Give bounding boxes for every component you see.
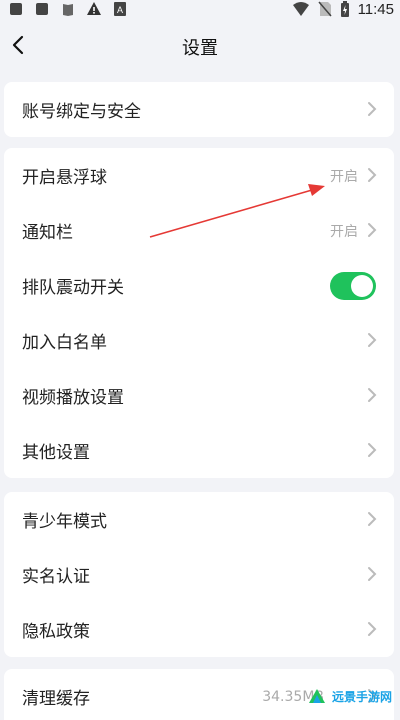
status-right: 11:45	[292, 0, 394, 18]
settings-item-notification-bar[interactable]: 通知栏 开启	[4, 203, 394, 258]
queue-vibrate-toggle[interactable]	[330, 272, 376, 300]
settings-item-label: 通知栏	[22, 223, 73, 243]
settings-item-teen-mode[interactable]: 青少年模式	[4, 492, 394, 547]
settings-item-other[interactable]: 其他设置	[4, 423, 394, 478]
settings-item-label: 视频播放设置	[22, 388, 124, 408]
settings-item-label: 排队震动开关	[22, 278, 124, 298]
chevron-right-icon	[368, 102, 377, 116]
chevron-right-icon	[368, 443, 377, 457]
notification-square-icon	[36, 3, 48, 15]
settings-item-video-play[interactable]: 视频播放设置	[4, 368, 394, 423]
chevron-right-icon	[368, 567, 377, 581]
chevron-right-icon	[368, 512, 377, 526]
page-title: 设置	[182, 38, 218, 59]
settings-item-privacy[interactable]: 隐私政策	[4, 602, 394, 657]
settings-item-queue-vibrate: 排队震动开关	[4, 258, 394, 313]
no-sim-icon	[317, 1, 332, 17]
settings-item-label: 清理缓存	[22, 689, 90, 709]
nav-bar: 设置	[0, 22, 400, 68]
watermark-text: 远景手游网	[331, 689, 392, 704]
font-icon: A	[114, 2, 126, 16]
battery-icon	[340, 1, 349, 17]
book-icon	[63, 4, 73, 16]
chevron-right-icon	[368, 168, 377, 182]
notification-square-icon	[10, 3, 22, 15]
settings-item-whitelist[interactable]: 加入白名单	[4, 313, 394, 368]
settings-item-account-security[interactable]: 账号绑定与安全	[4, 82, 394, 137]
preferences-card: 开启悬浮球 开启 通知栏 开启 排队震动开关 加入白名单 视频播放设置 其他设置	[4, 148, 394, 478]
settings-item-value: 开启	[330, 223, 358, 240]
warning-icon	[87, 2, 101, 15]
toggle-knob	[351, 275, 373, 297]
settings-item-label: 加入白名单	[22, 333, 107, 353]
svg-text:A: A	[117, 5, 123, 15]
chevron-right-icon	[368, 622, 377, 636]
policy-card: 青少年模式 实名认证 隐私政策	[4, 492, 394, 657]
settings-item-label: 开启悬浮球	[22, 168, 107, 188]
account-card: 账号绑定与安全	[4, 82, 394, 137]
watermark: 远景手游网	[306, 682, 392, 710]
status-notification-icons: A	[0, 0, 128, 18]
settings-item-label: 实名认证	[22, 567, 90, 587]
settings-item-label: 其他设置	[22, 443, 90, 463]
status-time: 11:45	[357, 0, 394, 18]
watermark-logo-icon	[308, 689, 325, 703]
settings-item-label: 账号绑定与安全	[22, 102, 141, 122]
status-bar: A 11:45	[0, 0, 400, 18]
chevron-right-icon	[368, 223, 377, 237]
settings-item-value: 开启	[330, 168, 358, 185]
settings-item-real-name[interactable]: 实名认证	[4, 547, 394, 602]
settings-item-label: 青少年模式	[22, 512, 107, 532]
chevron-right-icon	[368, 333, 377, 347]
settings-item-float-ball[interactable]: 开启悬浮球 开启	[4, 148, 394, 203]
wifi-icon	[292, 2, 309, 16]
settings-item-label: 隐私政策	[22, 622, 90, 642]
chevron-right-icon	[368, 388, 377, 402]
